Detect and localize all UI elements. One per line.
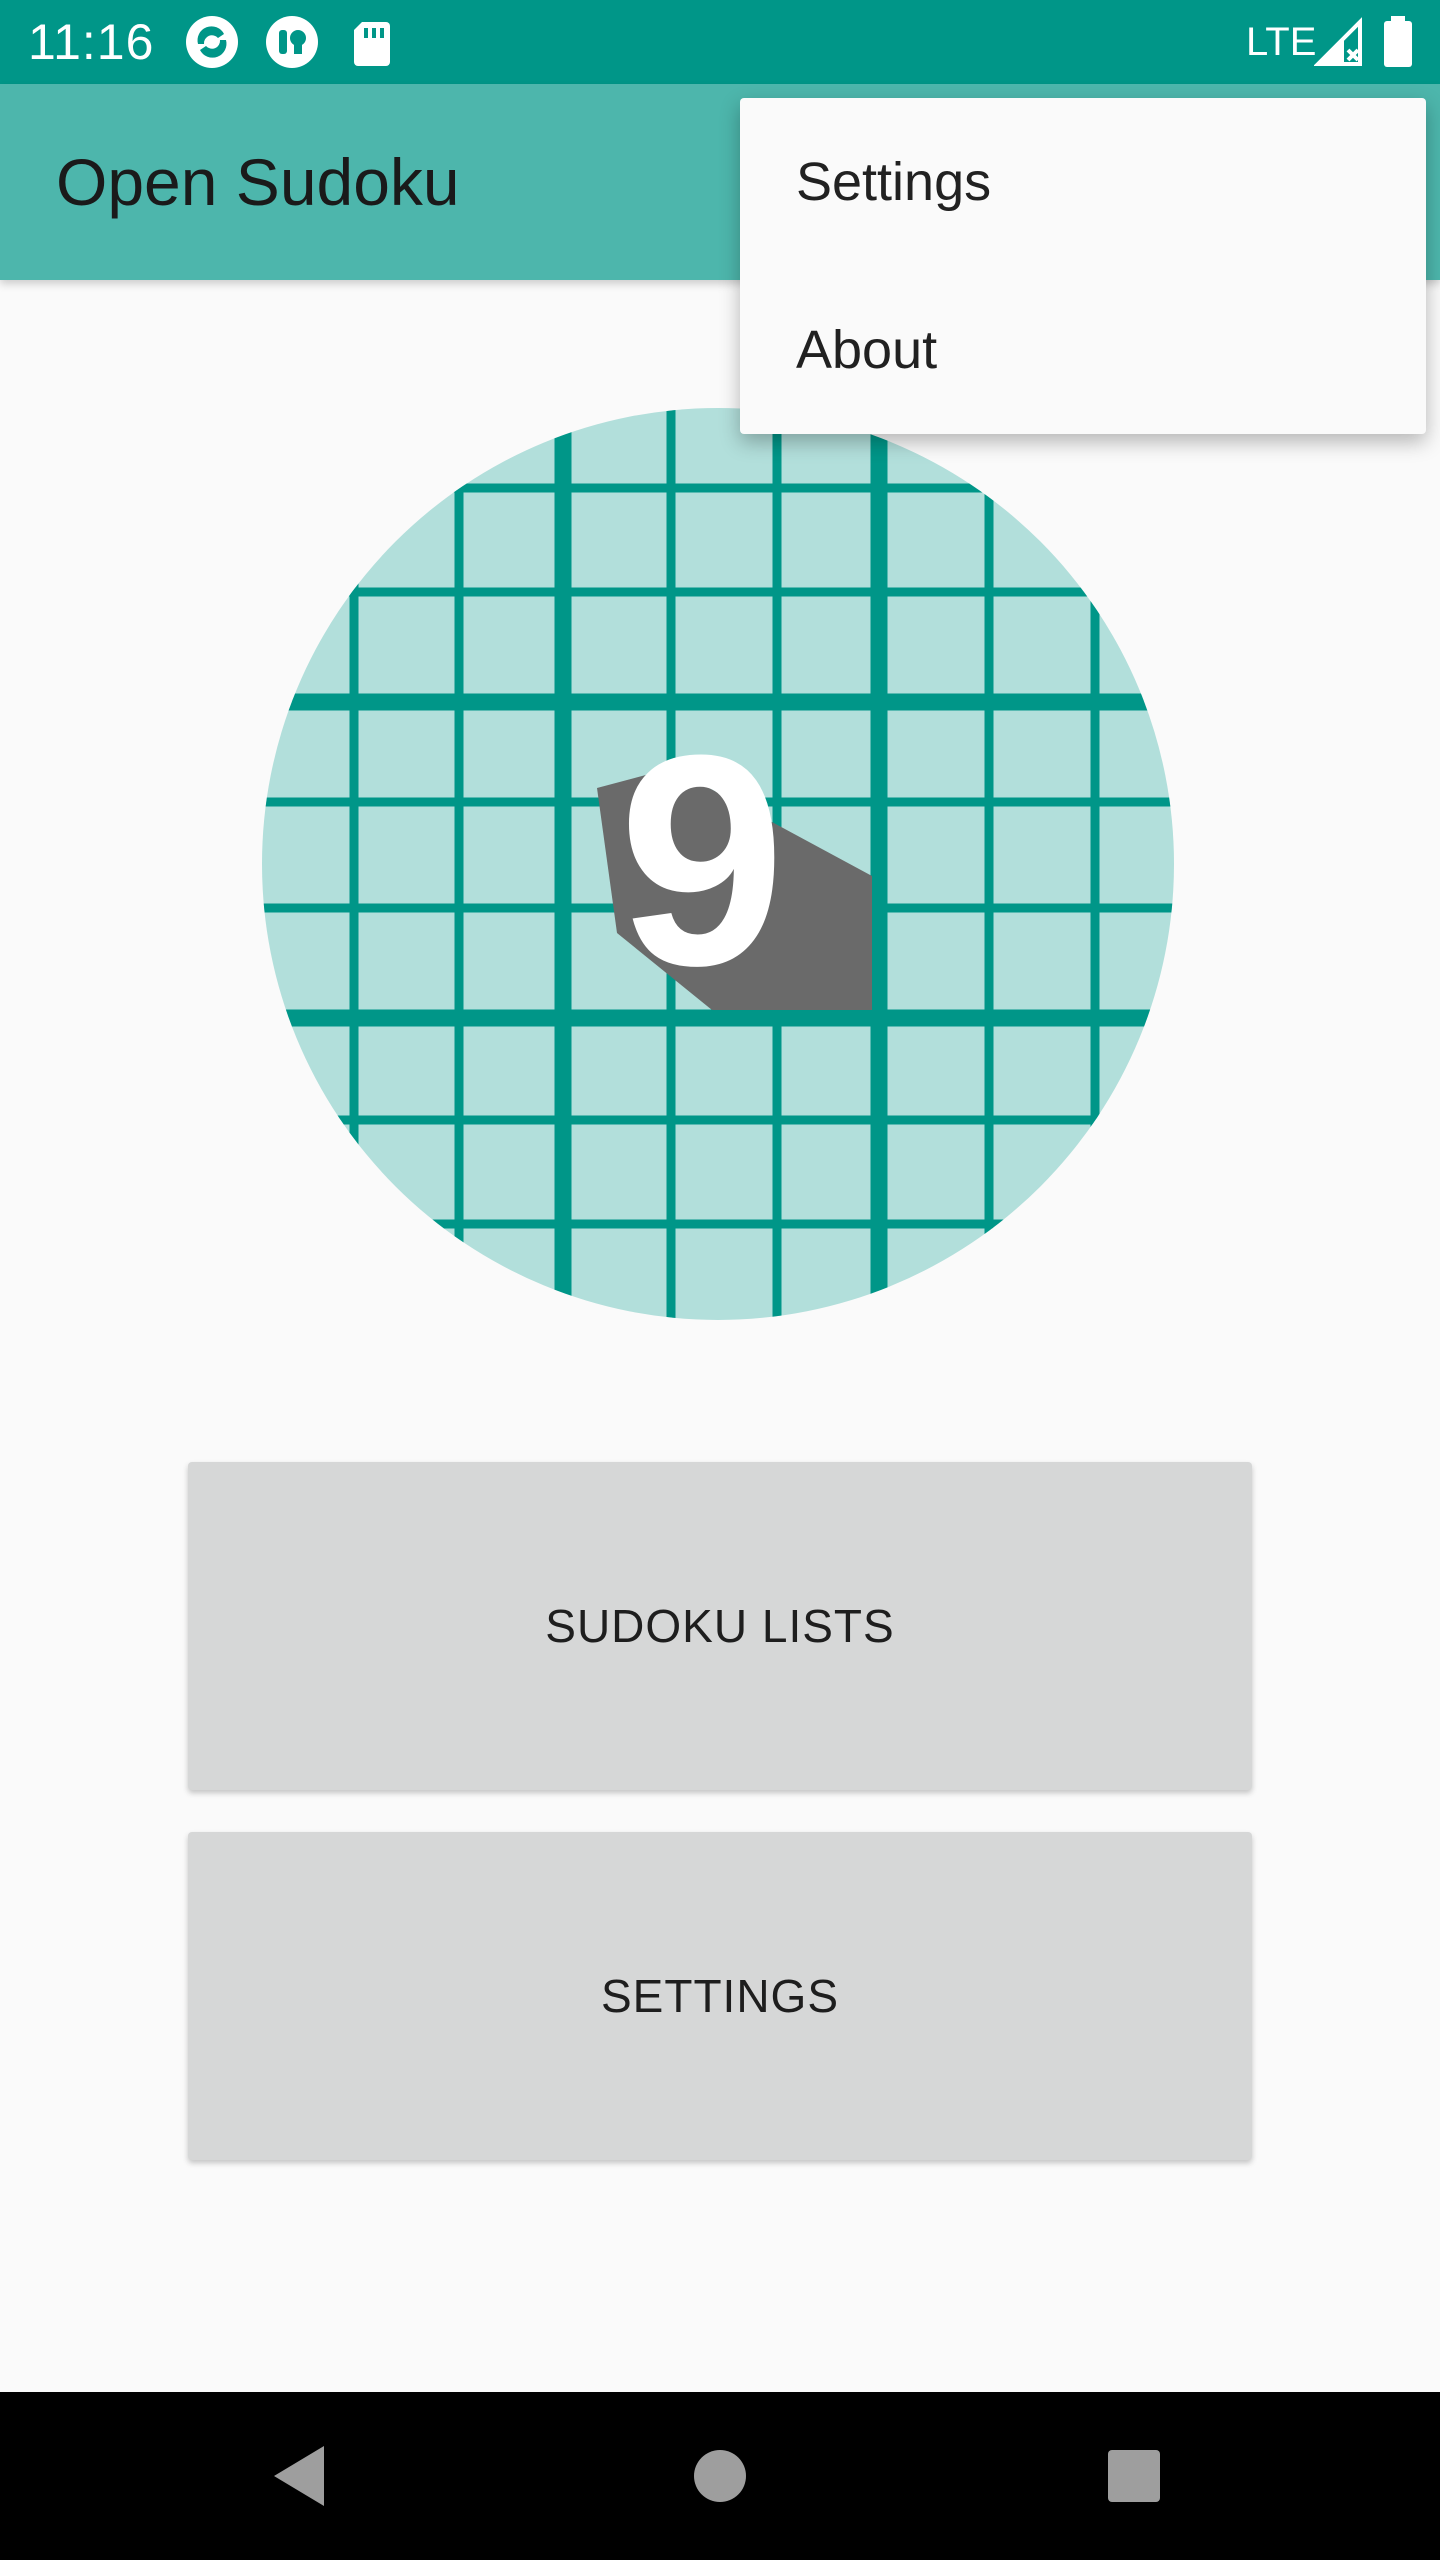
- logo-digit: 9: [619, 692, 786, 1028]
- sudoku-lists-button[interactable]: SUDOKU LISTS: [188, 1462, 1252, 1790]
- status-bar: 11:16 LTE: [0, 0, 1440, 84]
- settings-button[interactable]: SETTINGS: [188, 1832, 1252, 2160]
- main-screen: 11:16 LTE Open Sudoku 9 SUDOKU LISTS SET…: [0, 0, 1440, 2560]
- sd-card-icon: [344, 14, 400, 70]
- menu-item-about[interactable]: About: [740, 266, 1426, 434]
- signal-icon: [1313, 14, 1364, 70]
- back-icon[interactable]: [250, 2426, 350, 2526]
- status-time: 11:16: [28, 14, 155, 70]
- sudoku-logo: 9: [262, 408, 1174, 1320]
- app-title: Open Sudoku: [56, 145, 460, 219]
- recents-icon[interactable]: [1084, 2426, 1184, 2526]
- app-notification-icon-2: [264, 14, 320, 70]
- overflow-menu: Settings About: [740, 98, 1426, 434]
- app-notification-icon: [184, 14, 240, 70]
- home-icon[interactable]: [670, 2426, 770, 2526]
- battery-icon: [1378, 14, 1418, 70]
- navigation-bar: [0, 2392, 1440, 2560]
- network-type-label: LTE: [1246, 20, 1317, 64]
- menu-item-settings[interactable]: Settings: [740, 98, 1426, 266]
